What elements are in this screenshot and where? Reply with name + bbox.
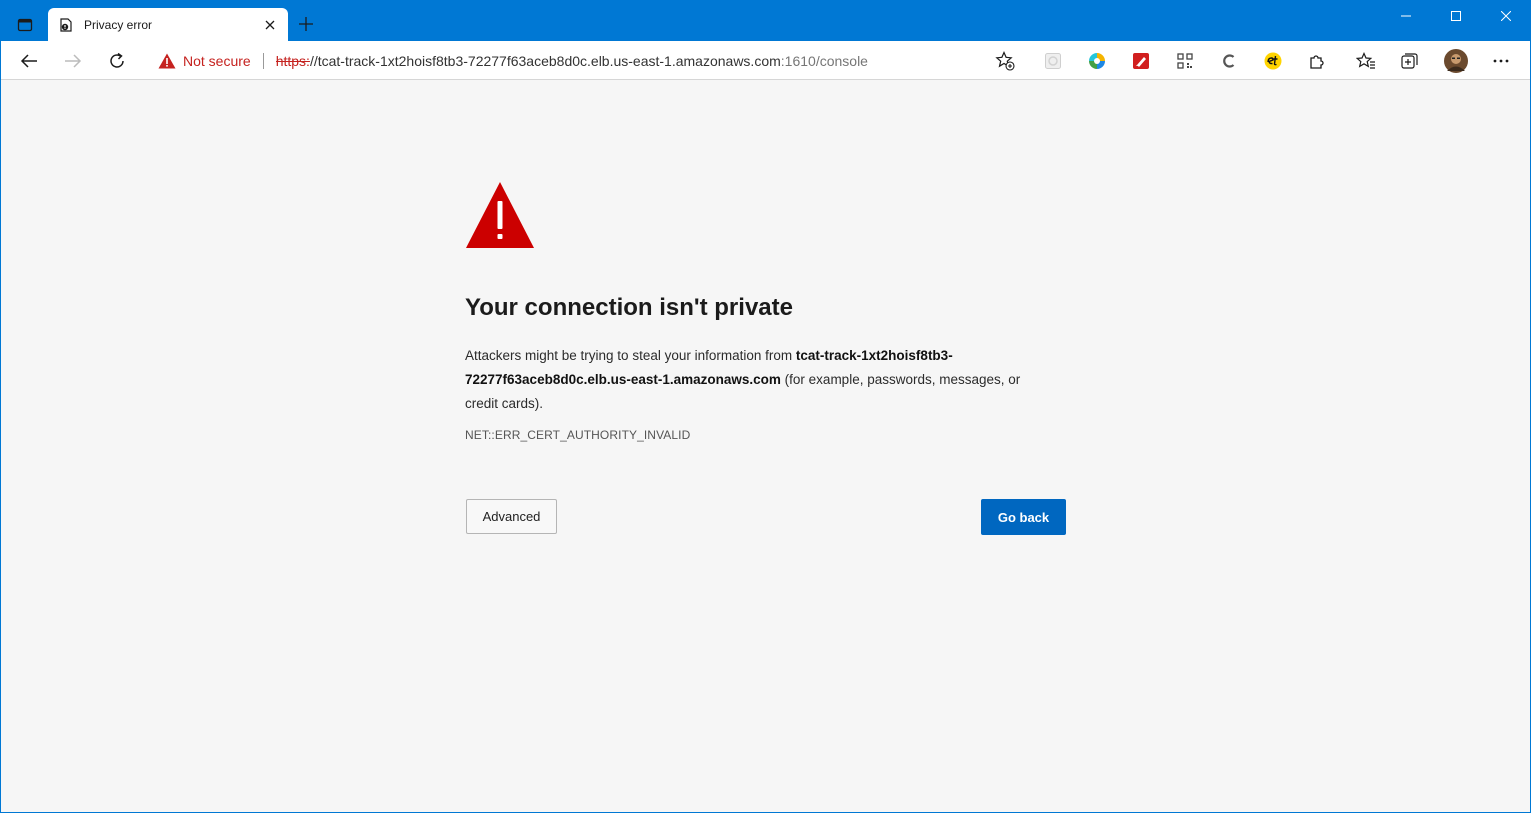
tab-actions-button[interactable] xyxy=(8,10,42,40)
browser-toolbar: Not secure https://tcat-track-1xt2hoisf8… xyxy=(1,41,1530,80)
not-secure-indicator[interactable]: Not secure xyxy=(158,53,251,69)
extension-c-icon[interactable] xyxy=(1216,48,1242,74)
error-message: Attackers might be trying to steal your … xyxy=(465,344,1040,416)
maximize-icon xyxy=(1451,11,1461,21)
extensions-puzzle-icon[interactable] xyxy=(1304,48,1330,74)
window-controls xyxy=(1381,0,1531,32)
back-arrow-icon xyxy=(20,54,37,68)
warning-triangle-icon xyxy=(158,53,176,69)
back-button[interactable] xyxy=(14,46,44,76)
url-text[interactable]: https://tcat-track-1xt2hoisf8tb3-72277f6… xyxy=(276,53,994,69)
extension-grey-icon[interactable] xyxy=(1040,48,1066,74)
forward-button[interactable] xyxy=(58,46,88,76)
star-add-icon xyxy=(995,51,1015,71)
extension-qr-icon[interactable] xyxy=(1172,48,1198,74)
extension-et-icon[interactable] xyxy=(1260,48,1286,74)
tab-actions-icon xyxy=(17,18,33,32)
refresh-button[interactable] xyxy=(102,46,132,76)
url-path: :1610/console xyxy=(780,53,868,69)
extension-red-pen-icon[interactable] xyxy=(1128,48,1154,74)
tab-close-icon[interactable] xyxy=(262,17,278,33)
plus-icon xyxy=(299,17,313,31)
address-divider xyxy=(262,53,264,69)
url-scheme: https: xyxy=(275,53,310,69)
refresh-icon xyxy=(110,52,124,68)
error-content: Your connection isn't private Attackers … xyxy=(465,180,1067,442)
url-separator: // xyxy=(309,53,318,69)
minimize-icon xyxy=(1401,15,1411,17)
title-bar: Privacy error xyxy=(0,0,1531,41)
advanced-button[interactable]: Advanced xyxy=(466,499,557,534)
error-page: Your connection isn't private Attackers … xyxy=(1,80,1530,812)
page-title: Your connection isn't private xyxy=(465,294,793,321)
profile-avatar[interactable] xyxy=(1443,48,1469,74)
not-secure-label: Not secure xyxy=(183,53,251,69)
tab-title: Privacy error xyxy=(84,17,153,32)
url-host: tcat-track-1xt2hoisf8tb3-72277f63aceb8d0… xyxy=(317,53,781,69)
forward-arrow-icon xyxy=(65,54,82,68)
favorites-icon[interactable] xyxy=(1353,48,1379,74)
go-back-button[interactable]: Go back xyxy=(981,499,1066,535)
error-code: NET::ERR_CERT_AUTHORITY_INVALID xyxy=(465,428,691,442)
message-prefix: Attackers might be trying to steal your … xyxy=(465,348,796,363)
maximize-button[interactable] xyxy=(1431,0,1481,32)
address-bar[interactable]: Not secure https://tcat-track-1xt2hoisf8… xyxy=(146,46,1026,76)
close-icon xyxy=(1501,11,1511,21)
tab-favicon-icon xyxy=(58,17,74,33)
add-favorite-button[interactable] xyxy=(994,50,1016,72)
new-tab-button[interactable] xyxy=(294,12,318,36)
extension-colorful-icon[interactable] xyxy=(1084,48,1110,74)
close-window-button[interactable] xyxy=(1481,0,1531,32)
active-tab[interactable]: Privacy error xyxy=(48,8,288,41)
collections-icon[interactable] xyxy=(1397,48,1423,74)
minimize-button[interactable] xyxy=(1381,0,1431,32)
more-menu-icon[interactable] xyxy=(1488,48,1514,74)
warning-triangle-large-icon xyxy=(466,182,534,248)
